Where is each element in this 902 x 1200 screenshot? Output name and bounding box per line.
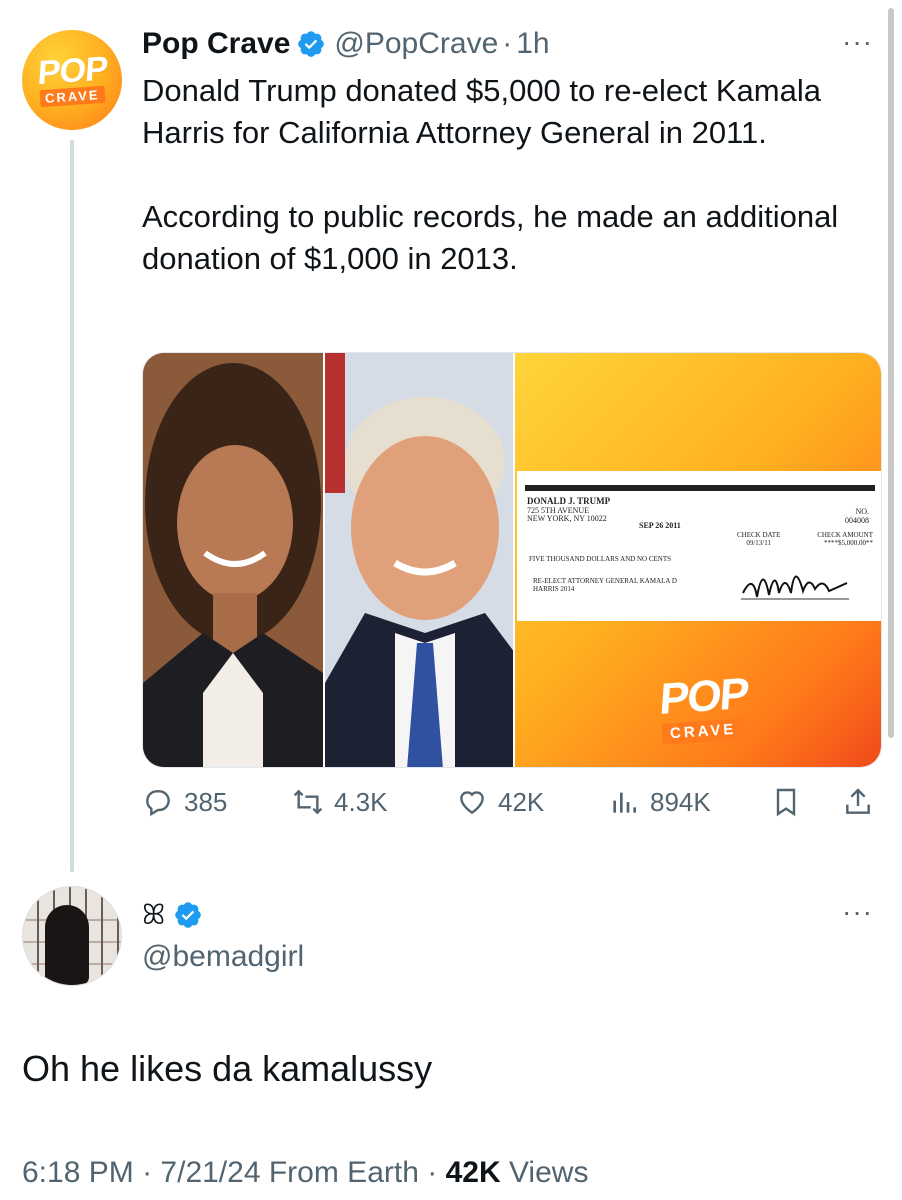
views-label: Views bbox=[508, 1156, 589, 1189]
check-header-bar bbox=[525, 485, 875, 491]
views-icon bbox=[613, 792, 636, 813]
check-payee-line: HARRIS 2014 bbox=[533, 585, 575, 593]
post-date[interactable]: 7/21/24 bbox=[160, 1156, 260, 1189]
reply-button[interactable]: 385 bbox=[142, 786, 227, 818]
repost-count: 4.3K bbox=[334, 786, 388, 817]
more-icon[interactable]: ··· bbox=[842, 26, 873, 58]
trump-portrait bbox=[325, 353, 515, 767]
tweet-metadata: 6:18 PM · 7/21/24 From Earth · 42K Views bbox=[22, 1156, 588, 1190]
bookmark-button[interactable] bbox=[770, 786, 802, 818]
tweet-text: Donald Trump donated $5,000 to re-elect … bbox=[142, 70, 882, 280]
check-number-value: 004008 bbox=[845, 516, 869, 525]
separator: · bbox=[427, 1156, 438, 1189]
scrollbar[interactable] bbox=[888, 8, 894, 738]
more-icon[interactable]: ··· bbox=[842, 896, 873, 928]
harris-photo bbox=[143, 353, 323, 767]
post-time[interactable]: 6:18 PM bbox=[22, 1156, 134, 1189]
check-date-label: CHECK DATE bbox=[737, 531, 781, 539]
verified-badge-icon bbox=[175, 902, 202, 928]
reply-avatar[interactable] bbox=[22, 886, 122, 986]
thread-line bbox=[70, 140, 74, 872]
avatar-logo-text: POP bbox=[36, 49, 108, 92]
check-date-value: 09/13/11 bbox=[746, 539, 771, 547]
pop-crave-logo: POP CRAVE bbox=[657, 669, 750, 745]
views-count: 894K bbox=[650, 786, 711, 817]
timestamp[interactable]: 1h bbox=[516, 27, 549, 61]
check-date: CHECK DATE 09/13/11 bbox=[737, 531, 780, 547]
tweet-paragraph: According to public records, he made an … bbox=[142, 199, 839, 276]
signature bbox=[741, 575, 849, 600]
check-payee: RE-ELECT ATTORNEY GENERAL KAMALA D HARRI… bbox=[533, 577, 677, 593]
check-amount-value: ****$5,000.00** bbox=[824, 539, 873, 547]
repost-button[interactable]: 4.3K bbox=[292, 786, 388, 818]
check: DONALD J. TRUMP 725 5TH AVENUE NEW YORK,… bbox=[517, 471, 881, 621]
post-source: From Earth bbox=[268, 1156, 419, 1189]
check-image: DONALD J. TRUMP 725 5TH AVENUE NEW YORK,… bbox=[513, 353, 881, 767]
check-address-line: NEW YORK, NY 10022 bbox=[527, 514, 607, 523]
share-button[interactable] bbox=[842, 786, 874, 818]
check-number-label: NO. bbox=[855, 507, 869, 516]
avatar[interactable]: POP CRAVE bbox=[22, 30, 122, 130]
check-amount-words: FIVE THOUSAND DOLLARS AND NO CENTS bbox=[529, 555, 672, 563]
verified-badge-icon bbox=[298, 31, 325, 57]
tweet-paragraph: Donald Trump donated $5,000 to re-elect … bbox=[142, 73, 821, 150]
check-amount-label: CHECK AMOUNT bbox=[817, 531, 873, 539]
share-icon bbox=[846, 788, 870, 814]
logo-subtext: CRAVE bbox=[661, 718, 746, 745]
check-date-stamp: SEP 26 2011 bbox=[639, 521, 681, 530]
bookmark-icon bbox=[776, 788, 796, 817]
like-icon bbox=[460, 791, 484, 815]
name-emoji: ꕤ bbox=[142, 898, 166, 930]
reply-author-handle[interactable]: @bemadgirl bbox=[142, 940, 304, 974]
separator: · bbox=[502, 27, 513, 60]
check-payee-line: RE-ELECT ATTORNEY GENERAL KAMALA D bbox=[533, 577, 677, 585]
trump-photo bbox=[323, 353, 515, 767]
views-button[interactable]: 894K bbox=[608, 786, 711, 818]
check-payer-address: 725 5TH AVENUE NEW YORK, NY 10022 bbox=[527, 507, 607, 523]
like-count: 42K bbox=[498, 786, 545, 817]
logo-text: POP bbox=[657, 669, 750, 724]
check-payer-name: DONALD J. TRUMP bbox=[527, 496, 611, 506]
check-number: NO. 004008 bbox=[845, 507, 869, 525]
avatar-figure bbox=[45, 905, 89, 985]
action-bar: 385 4.3K 42K 894K bbox=[142, 786, 882, 826]
author-name[interactable]: Pop Crave bbox=[142, 27, 290, 61]
check-amount: CHECK AMOUNT ****$5,000.00** bbox=[817, 531, 873, 547]
author-handle[interactable]: @PopCrave bbox=[334, 27, 498, 61]
media-image[interactable]: DONALD J. TRUMP 725 5TH AVENUE NEW YORK,… bbox=[142, 352, 882, 768]
repost-icon bbox=[293, 789, 323, 815]
tweet-header: Pop Crave @PopCrave · 1h bbox=[142, 24, 550, 64]
views-total: 42K bbox=[445, 1156, 501, 1189]
reply-count: 385 bbox=[184, 786, 228, 817]
separator: · bbox=[142, 1156, 153, 1189]
reply-text: Oh he likes da kamalussy bbox=[22, 1048, 433, 1089]
like-button[interactable]: 42K bbox=[456, 786, 544, 818]
reply-icon bbox=[146, 790, 170, 817]
harris-portrait bbox=[143, 353, 323, 767]
reply-author-name[interactable]: ꕤ bbox=[142, 898, 211, 932]
